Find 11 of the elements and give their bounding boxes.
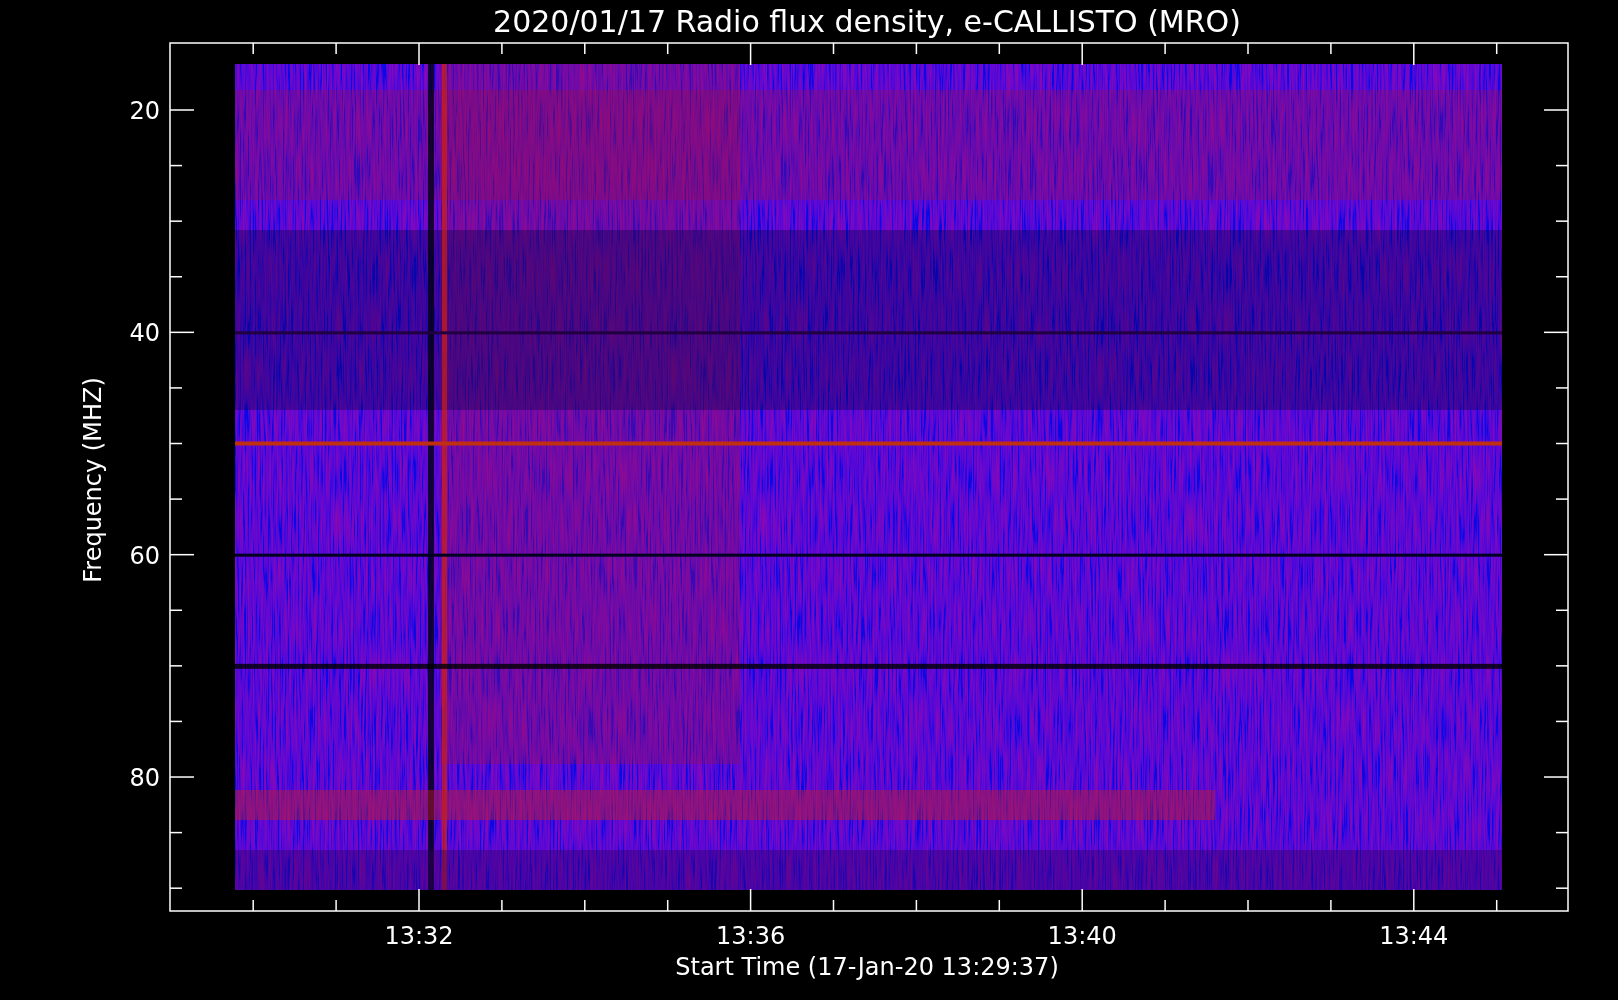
y-axis-label: Frequency (MHZ)	[79, 377, 107, 583]
y-tick-label: 20	[129, 97, 160, 125]
y-tick-label: 80	[129, 764, 160, 792]
x-tick-label: 13:40	[1047, 922, 1117, 950]
y-tick-label: 60	[129, 541, 160, 570]
x-tick-label: 13:32	[384, 922, 454, 950]
x-tick-label: 13:36	[716, 922, 786, 950]
x-tick-label: 13:44	[1379, 922, 1449, 950]
chart-title: 2020/01/17 Radio flux density, e-CALLISTO (MRO)	[493, 4, 1241, 39]
y-tick-label: 40	[129, 319, 160, 348]
x-axis-label: Start Time (17-Jan-20 13:29:37)	[675, 953, 1059, 981]
